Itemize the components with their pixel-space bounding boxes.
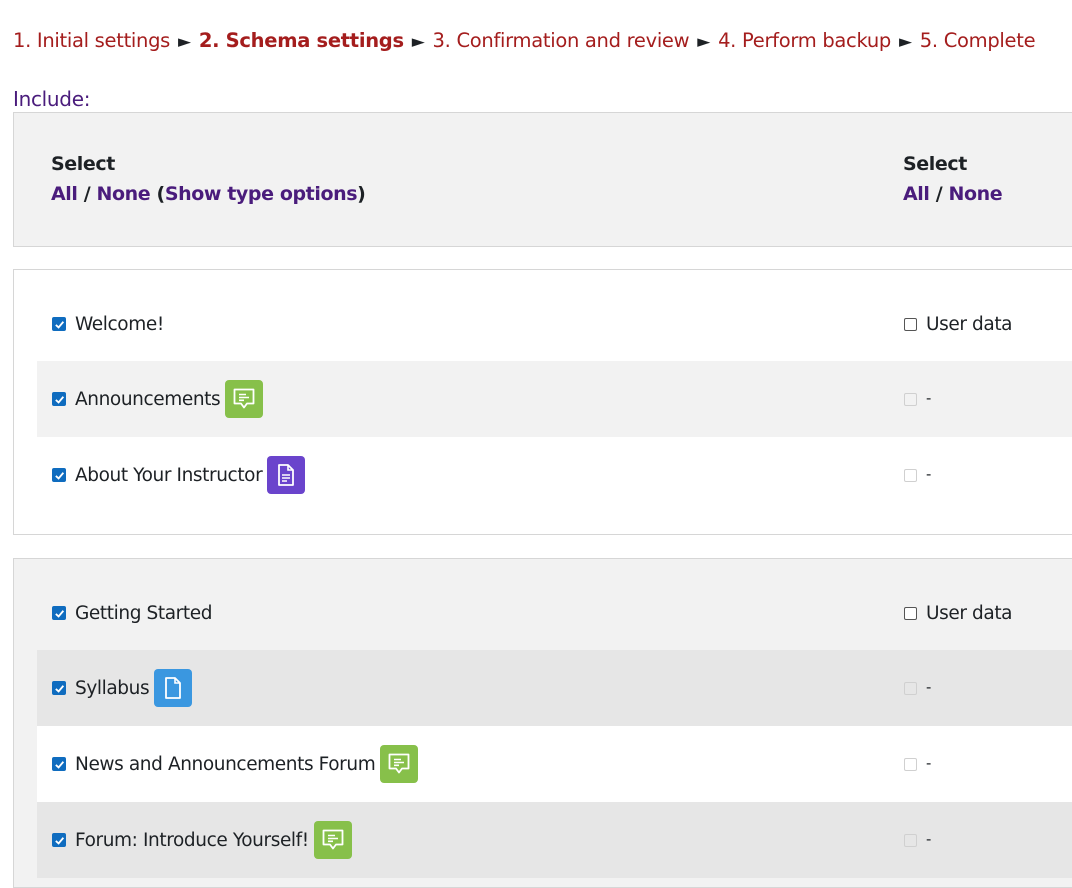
breadcrumb-separator: ► xyxy=(178,32,191,52)
breadcrumb-separator: ► xyxy=(697,32,711,52)
activity-label: Forum: Introduce Yourself! xyxy=(75,829,309,851)
check-icon xyxy=(54,609,64,618)
check-icon xyxy=(54,320,64,329)
select-all-link[interactable]: All xyxy=(51,183,78,205)
user-data-cell: - xyxy=(904,802,931,878)
section-getting-started: Getting Started User data Syllabus - New… xyxy=(13,558,1072,888)
select-links: All / None xyxy=(903,183,1003,205)
step-initial-settings[interactable]: 1. Initial settings xyxy=(13,29,170,52)
activity-label: About Your Instructor xyxy=(75,464,263,486)
user-data-checkbox-disabled xyxy=(904,681,917,695)
show-type-options-link[interactable]: Show type options xyxy=(165,183,358,205)
include-checkbox[interactable] xyxy=(52,833,66,847)
check-icon xyxy=(54,836,64,845)
user-data-dash: - xyxy=(926,831,932,848)
include-checkbox[interactable] xyxy=(52,606,66,620)
activity-label: News and Announcements Forum xyxy=(75,753,376,775)
paren-close: ) xyxy=(357,183,366,205)
forum-icon xyxy=(313,821,352,859)
activity-row: About Your Instructor - xyxy=(37,437,1072,513)
check-icon xyxy=(54,471,64,480)
user-data-checkbox[interactable] xyxy=(904,317,917,331)
breadcrumb: 1. Initial settings ► 2. Schema settings ► 3… xyxy=(13,29,1036,52)
page-icon xyxy=(267,456,306,494)
user-data-checkbox-disabled xyxy=(904,468,917,482)
check-icon xyxy=(54,395,64,404)
select-title: Select xyxy=(903,153,967,175)
select-all-userdata-link[interactable]: All xyxy=(903,183,930,205)
activity-item: About Your Instructor xyxy=(52,437,306,513)
section-title: Welcome! xyxy=(75,313,164,335)
select-none-link[interactable]: None xyxy=(97,183,151,205)
step-perform-backup: 4. Perform backup xyxy=(718,29,892,52)
check-icon xyxy=(54,684,64,693)
user-data-checkbox-disabled xyxy=(904,392,917,406)
activity-item: News and Announcements Forum xyxy=(52,726,419,802)
user-data-cell: - xyxy=(904,361,931,437)
user-data-cell: User data xyxy=(904,286,1013,362)
select-title: Select xyxy=(51,153,115,175)
section-title: Getting Started xyxy=(75,602,213,624)
include-checkbox[interactable] xyxy=(52,468,66,482)
step-schema-settings: 2. Schema settings xyxy=(198,29,404,52)
select-header: Select All / None (Show type options) Se… xyxy=(13,112,1072,247)
user-data-dash: - xyxy=(926,679,932,696)
activity-item: Forum: Introduce Yourself! xyxy=(52,802,352,878)
user-data-label: User data xyxy=(926,602,1013,624)
section-item: Getting Started xyxy=(52,575,212,651)
activity-label: Syllabus xyxy=(75,677,150,699)
select-none-userdata-link[interactable]: None xyxy=(949,183,1003,205)
select-links: All / None (Show type options) xyxy=(51,183,366,205)
user-data-checkbox[interactable] xyxy=(904,606,917,620)
file-icon xyxy=(154,669,193,707)
include-checkbox[interactable] xyxy=(52,757,66,771)
forum-icon xyxy=(380,745,419,783)
check-icon xyxy=(54,760,64,769)
activity-row: Syllabus - xyxy=(37,650,1072,726)
select-activities: Select All / None (Show type options) xyxy=(51,153,366,205)
user-data-cell: - xyxy=(904,650,931,726)
user-data-cell: - xyxy=(904,437,931,513)
user-data-checkbox-disabled xyxy=(904,757,917,771)
user-data-cell: User data xyxy=(904,575,1013,651)
include-checkbox[interactable] xyxy=(52,392,66,406)
activity-item: Syllabus xyxy=(52,650,193,726)
link-separator: / xyxy=(83,183,91,205)
breadcrumb-separator: ► xyxy=(899,32,912,52)
user-data-cell: - xyxy=(904,726,931,802)
activity-row: News and Announcements Forum - xyxy=(37,726,1072,802)
forum-icon xyxy=(225,380,264,418)
select-userdata: Select All / None xyxy=(903,153,1003,205)
activity-item: Announcements xyxy=(52,361,264,437)
user-data-dash: - xyxy=(926,390,932,407)
section-header-row: Welcome! User data xyxy=(37,286,1072,362)
section-welcome: Welcome! User data Announcements - About… xyxy=(13,269,1072,535)
include-checkbox[interactable] xyxy=(52,681,66,695)
include-checkbox[interactable] xyxy=(52,317,66,331)
paren-open: ( xyxy=(156,183,166,205)
step-confirmation-review: 3. Confirmation and review xyxy=(432,29,690,52)
activity-row: Announcements - xyxy=(37,361,1072,437)
section-header-row: Getting Started User data xyxy=(37,575,1072,651)
user-data-dash: - xyxy=(926,755,932,772)
section-item: Welcome! xyxy=(52,286,164,362)
activity-row: Forum: Introduce Yourself! - xyxy=(37,802,1072,878)
step-complete: 5. Complete xyxy=(919,29,1036,52)
breadcrumb-separator: ► xyxy=(411,32,425,52)
activity-label: Announcements xyxy=(75,388,221,410)
user-data-dash: - xyxy=(926,466,932,483)
user-data-checkbox-disabled xyxy=(904,833,917,847)
user-data-label: User data xyxy=(926,313,1013,335)
include-heading: Include: xyxy=(13,87,91,111)
link-separator: / xyxy=(935,183,943,205)
